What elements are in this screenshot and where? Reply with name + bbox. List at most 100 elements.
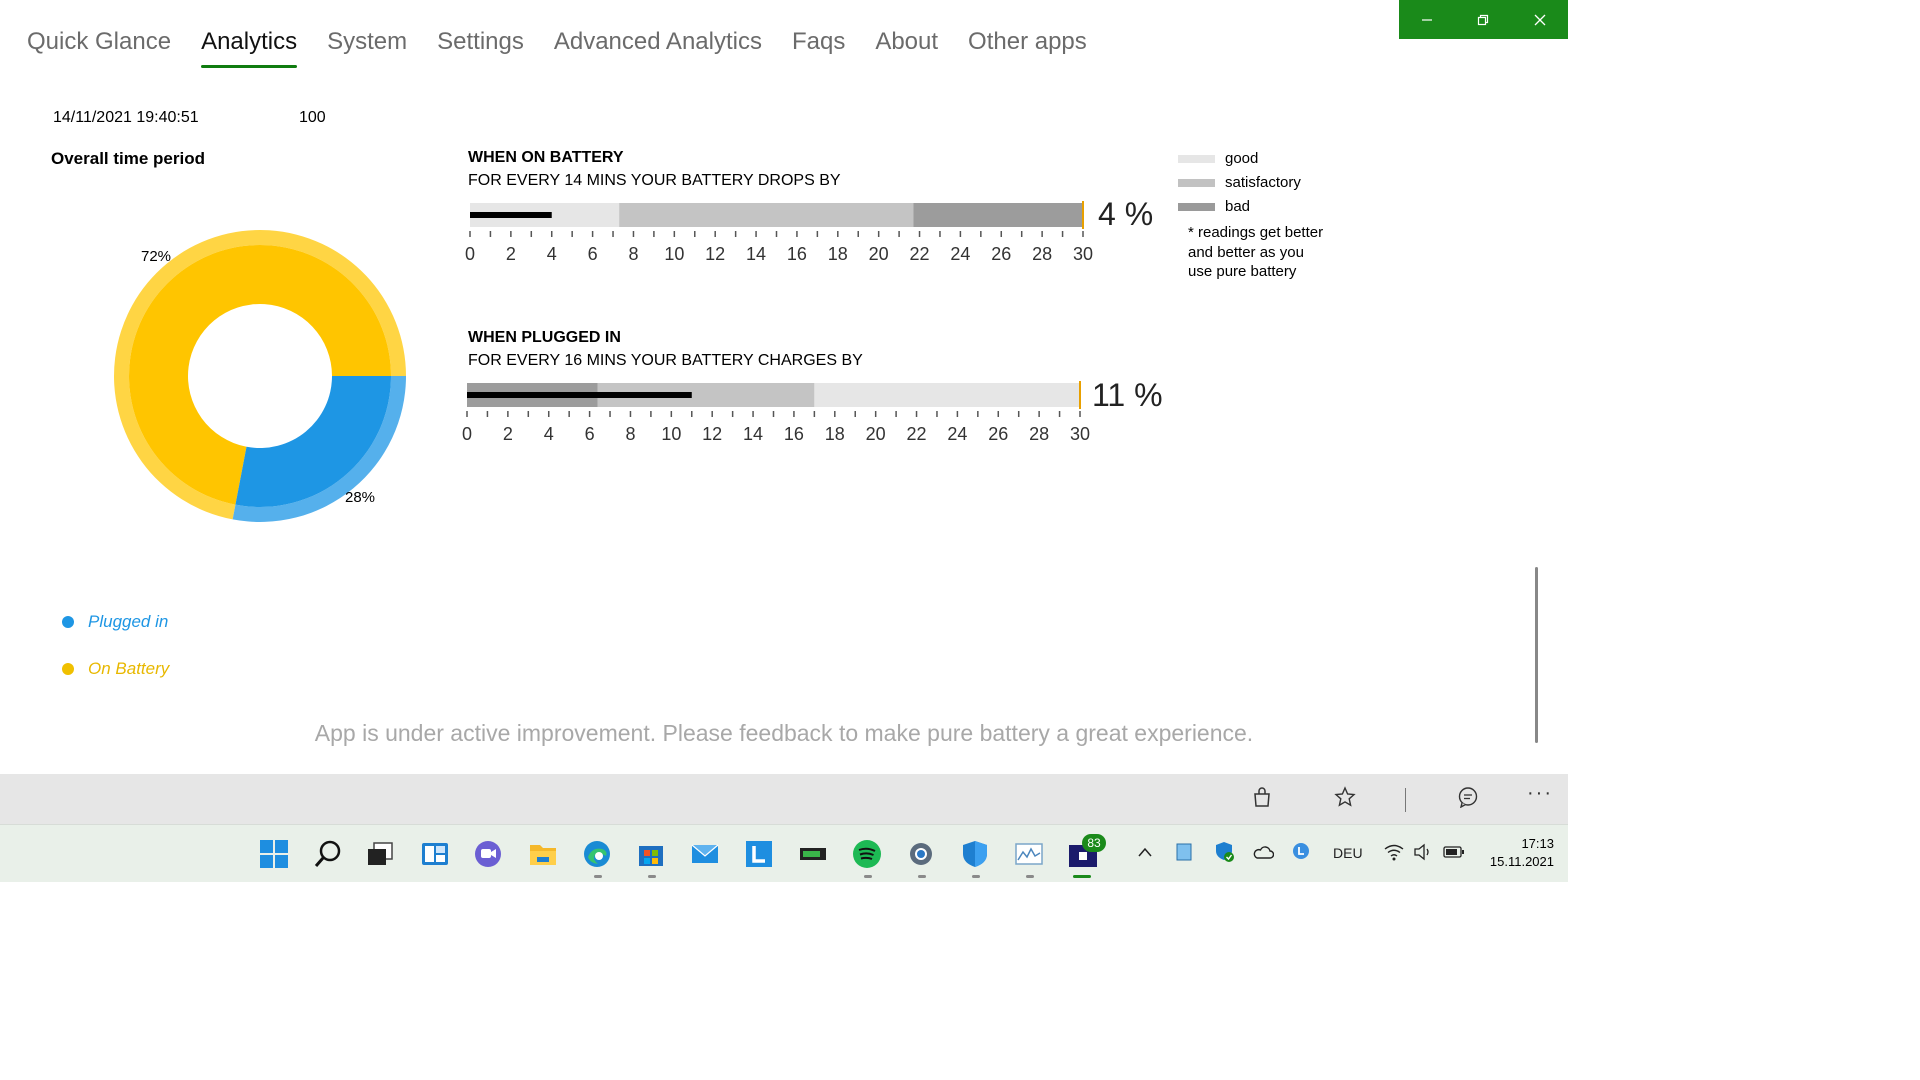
cloud-icon[interactable] [1252,844,1275,863]
chevron-up-icon[interactable] [1137,845,1153,861]
meter-tick-label: 14 [743,424,763,444]
restore-button[interactable] [1455,0,1511,39]
command-bar-divider [1405,788,1406,812]
plugged-charge-meter: 0 2 4 6 8 10 12 14 16 18 20 22 24 26 28 30 [462,381,1090,444]
clock[interactable]: 17:13 15.11.2021 [1480,835,1554,871]
meter-tick-label: 26 [988,424,1008,444]
meter-tick-label: 26 [991,244,1011,264]
legend-label-plugged-in: Plugged in [88,612,169,631]
tab-system[interactable]: System [327,28,407,68]
meter-tick-label: 24 [947,424,967,444]
meter-tick-label: 18 [825,424,845,444]
meter-tick-label: 10 [661,424,681,444]
meter-tick-label: 6 [585,424,595,444]
clock-time: 17:13 [1521,836,1554,851]
tab-other-apps[interactable]: Other apps [968,28,1087,68]
key-label-satisfactory: satisfactory [1225,174,1301,191]
chat-icon[interactable] [472,838,504,870]
battery-app-icon[interactable] [797,838,829,870]
app-window: Quick Glance Analytics System Settings A… [0,0,1568,882]
meter-tick-label: 16 [784,424,804,444]
comment-icon[interactable] [1457,786,1479,814]
bag-icon[interactable] [1251,786,1273,814]
meter-band-satisfactory [619,203,914,227]
window-controls [1399,0,1568,39]
meter-tick-label: 30 [1070,424,1090,444]
meter-tick-label: 0 [462,424,472,444]
settings-icon[interactable] [905,838,937,870]
legend-dot-plugged-in [62,616,74,628]
meter-value-bar [467,392,692,398]
start-icon[interactable] [258,838,290,870]
meter-tick-label: 30 [1073,244,1093,264]
tab-faqs[interactable]: Faqs [792,28,845,68]
tab-quick-glance[interactable]: Quick Glance [27,28,171,68]
tab-analytics[interactable]: Analytics [201,28,298,68]
minimize-button[interactable] [1399,0,1455,39]
meter-tick-label: 12 [702,424,722,444]
file-explorer-icon[interactable] [527,838,559,870]
language-indicator[interactable]: DEU [1333,845,1363,861]
meter-tick-label: 12 [705,244,725,264]
key-satisfactory: satisfactory [1178,174,1301,191]
legend-label-on-battery: On Battery [88,659,170,678]
notification-badge: 83 [1082,834,1106,852]
edge-icon[interactable] [581,838,613,870]
meter-end-marker [1079,381,1081,409]
plugged-section-subtitle: FOR EVERY 16 MINS YOUR BATTERY CHARGES B… [468,352,863,369]
meter-tick-label: 8 [625,424,635,444]
defender-icon[interactable] [959,838,991,870]
l-app-icon[interactable] [743,838,775,870]
meter-tick-label: 22 [910,244,930,264]
close-icon [1534,14,1546,25]
meter-value-bar [470,212,552,218]
timestamp: 14/11/2021 19:40:51 [53,109,199,126]
active-indicator [1073,875,1091,878]
widgets-icon[interactable] [419,838,451,870]
monitor-icon[interactable] [1013,838,1045,870]
close-button[interactable] [1512,0,1568,39]
search-icon[interactable] [312,838,344,870]
meter-tick-label: 4 [547,244,557,264]
battery-section-subtitle: FOR EVERY 14 MINS YOUR BATTERY DROPS BY [468,172,841,189]
command-bar: ··· [0,774,1568,824]
meter-tick-label: 6 [588,244,598,264]
main-nav: Quick Glance Analytics System Settings A… [27,28,1117,68]
security-tray-icon[interactable] [1214,841,1236,866]
tablet-icon[interactable] [1175,843,1193,864]
star-icon[interactable] [1334,786,1356,814]
donut-slice-plugged-in[interactable] [235,376,391,507]
key-swatch-bad [1178,202,1215,211]
battery-drop-value: 4 % [1098,196,1154,232]
meter-band-bad [913,203,1083,227]
legend-plugged-in: Plugged in [62,612,168,632]
battery-section-title: WHEN ON BATTERY [468,149,624,166]
overall-period-title: Overall time period [51,149,205,168]
meter-end-marker [1082,201,1084,229]
tab-advanced-analytics[interactable]: Advanced Analytics [554,28,762,68]
battery-icon[interactable] [1443,845,1465,862]
meter-tick-label: 2 [506,244,516,264]
meter-tick-label: 8 [628,244,638,264]
volume-icon[interactable] [1413,843,1433,864]
mail-icon[interactable] [689,838,721,870]
tab-about[interactable]: About [875,28,938,68]
l-tray-icon[interactable] [1292,842,1310,863]
clock-date: 15.11.2021 [1489,854,1554,869]
spotify-icon[interactable] [851,838,883,870]
plugged-charge-value: 11 % [1092,377,1163,413]
legend-on-battery: On Battery [62,659,169,679]
key-good: good [1178,150,1258,167]
task-view-icon[interactable] [364,838,396,870]
minimize-icon [1422,18,1433,21]
more-icon[interactable]: ··· [1527,782,1553,805]
key-swatch-good [1178,154,1215,163]
meter-tick-label: 22 [907,424,927,444]
battery-drop-meter: 0 2 4 6 8 10 12 14 16 18 20 22 24 26 28 30 [465,201,1093,264]
meter-tick-label: 2 [503,424,513,444]
running-indicator [864,875,872,878]
scrollbar[interactable] [1535,567,1538,743]
wifi-icon[interactable] [1384,843,1404,864]
tab-settings[interactable]: Settings [437,28,524,68]
store-icon[interactable] [635,838,667,870]
